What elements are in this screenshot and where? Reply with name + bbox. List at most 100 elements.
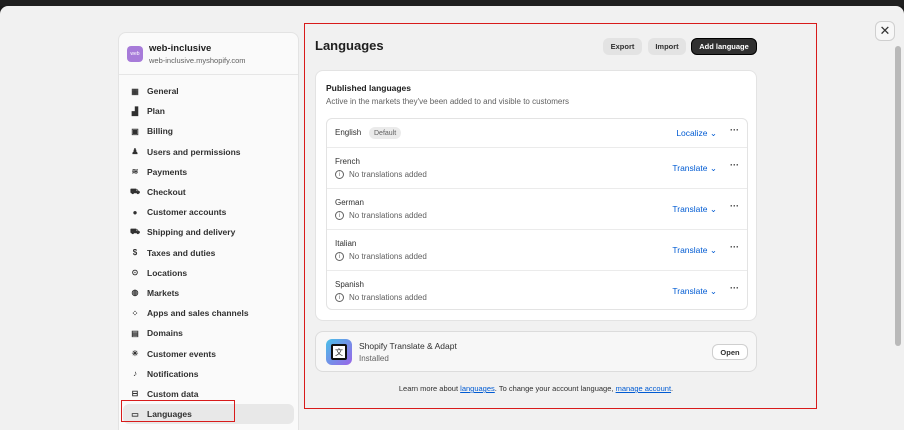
status-text: No translations added — [349, 252, 427, 261]
translate-adapt-app-icon: 文 — [326, 339, 352, 365]
languages-highlight-box — [121, 400, 235, 422]
sidebar-item-locations[interactable]: ⊙ Locations — [119, 263, 298, 283]
store-header[interactable]: web web-inclusive web-inclusive.myshopif… — [119, 33, 298, 75]
manage-account-link[interactable]: manage account — [616, 384, 671, 393]
truck-icon: ⛟ — [129, 227, 141, 237]
more-icon[interactable]: ··· — [730, 242, 739, 252]
card-subtitle: Active in the markets they've been added… — [326, 97, 569, 106]
person-icon: ● — [132, 207, 138, 217]
sidebar-item-markets[interactable]: ◍ Markets — [119, 283, 298, 303]
more-icon[interactable]: ··· — [730, 160, 739, 170]
status-text: No translations added — [349, 170, 427, 179]
sidebar-item-label: Plan — [147, 106, 165, 117]
translate-label: Translate — [672, 286, 708, 296]
language-row-italian: Italian i No translations added Translate… — [327, 230, 747, 271]
language-name: English — [335, 128, 362, 137]
translate-app-card: 文 Shopify Translate & Adapt Installed Op… — [315, 331, 757, 372]
translate-label: Translate — [672, 163, 708, 173]
apps-icon: ⁘ — [131, 308, 139, 318]
status-text: No translations added — [349, 293, 427, 302]
page-title: Languages — [315, 38, 384, 53]
more-icon[interactable]: ··· — [730, 283, 739, 293]
settings-sidebar: web web-inclusive web-inclusive.myshopif… — [118, 32, 299, 430]
sidebar-item-label: Customer accounts — [147, 207, 227, 218]
translate-link[interactable]: Translate ⌄ — [672, 163, 717, 174]
language-row-english: English Default Localize ⌄ ··· — [327, 119, 747, 148]
translate-label: Translate — [672, 204, 708, 214]
billing-icon: ▣ — [131, 126, 139, 136]
language-name: Spanish — [335, 280, 364, 289]
sidebar-item-general[interactable]: ▦ General — [119, 81, 298, 101]
info-icon: i — [335, 211, 344, 220]
translate-label: Translate — [672, 245, 708, 255]
languages-link[interactable]: languages — [460, 384, 495, 393]
events-icon: ✳ — [131, 349, 139, 359]
sidebar-item-shipping[interactable]: ⛟ Shipping and delivery — [119, 222, 298, 242]
translation-status: i No translations added — [335, 293, 427, 302]
store-url: web-inclusive.myshopify.com — [149, 55, 246, 65]
bell-icon: ♪ — [133, 369, 137, 379]
translate-link[interactable]: Translate ⌄ — [672, 245, 717, 256]
sidebar-item-checkout[interactable]: ⛟ Checkout — [119, 182, 298, 202]
domain-icon: ▤ — [131, 328, 139, 338]
status-text: No translations added — [349, 211, 427, 220]
default-badge: Default — [369, 127, 402, 139]
footer-suffix: . — [671, 384, 674, 393]
info-icon: i — [335, 170, 344, 179]
sidebar-item-label: Notifications — [147, 368, 199, 379]
sidebar-item-label: Custom data — [147, 388, 199, 399]
open-app-button[interactable]: Open — [712, 344, 748, 360]
language-name: Italian — [335, 239, 357, 248]
add-language-button[interactable]: Add language — [691, 38, 757, 55]
translate-link[interactable]: Translate ⌄ — [672, 204, 717, 215]
sidebar-item-label: Domains — [147, 328, 183, 339]
plan-icon: ▟ — [131, 106, 139, 116]
cart-icon: ⛟ — [129, 187, 141, 197]
language-list: English Default Localize ⌄ ··· French iN… — [326, 118, 748, 310]
location-icon: ⊙ — [131, 268, 139, 278]
sidebar-item-label: Payments — [147, 166, 188, 177]
close-button[interactable]: ✕ — [875, 21, 895, 41]
sidebar-item-customer-events[interactable]: ✳ Customer events — [119, 343, 298, 363]
language-name: French — [335, 157, 360, 166]
export-button[interactable]: Export — [603, 38, 642, 55]
sidebar-item-users[interactable]: ♟ Users and permissions — [119, 142, 298, 162]
card-title: Published languages — [326, 83, 412, 93]
sidebar-item-payments[interactable]: ≋ Payments — [119, 162, 298, 182]
sidebar-item-label: Checkout — [147, 187, 186, 198]
translation-status: i No translations added — [335, 252, 427, 261]
language-row-french: French i No translations added Translate … — [327, 148, 747, 189]
app-name: Shopify Translate & Adapt — [359, 341, 457, 351]
chevron-down-icon: ⌄ — [709, 286, 717, 296]
translate-link[interactable]: Translate ⌄ — [672, 286, 717, 297]
sidebar-item-label: Taxes and duties — [147, 247, 216, 258]
sidebar-nav: ▦ General ▟ Plan ▣ Billing ♟ Users and permi… — [119, 75, 298, 425]
close-icon: ✕ — [879, 23, 891, 38]
footer-help-text: Learn more about languages. To change yo… — [315, 384, 757, 393]
sidebar-item-notifications[interactable]: ♪ Notifications — [119, 364, 298, 384]
sidebar-item-label: Shipping and delivery — [147, 227, 236, 238]
sidebar-item-customer-accounts[interactable]: ● Customer accounts — [119, 202, 298, 222]
more-icon[interactable]: ··· — [730, 125, 739, 135]
footer-middle: . To change your account language, — [494, 384, 616, 393]
app-status: Installed — [359, 354, 389, 363]
localize-link[interactable]: Localize ⌄ — [676, 128, 717, 139]
chevron-down-icon: ⌄ — [709, 163, 717, 173]
info-icon: i — [335, 252, 344, 261]
footer-prefix: Learn more about — [398, 384, 461, 393]
sidebar-item-domains[interactable]: ▤ Domains — [119, 323, 298, 343]
sidebar-item-plan[interactable]: ▟ Plan — [119, 101, 298, 121]
sidebar-item-billing[interactable]: ▣ Billing — [119, 121, 298, 141]
scrollbar[interactable] — [895, 46, 901, 346]
import-button[interactable]: Import — [648, 38, 686, 55]
store-name: web-inclusive — [149, 42, 212, 54]
sidebar-item-label: Markets — [147, 287, 180, 298]
translation-status: i No translations added — [335, 211, 427, 220]
store-icon: ▦ — [131, 86, 139, 96]
sidebar-item-taxes[interactable]: $ Taxes and duties — [119, 243, 298, 263]
sidebar-item-apps[interactable]: ⁘ Apps and sales channels — [119, 303, 298, 323]
users-icon: ♟ — [131, 147, 139, 157]
more-icon[interactable]: ··· — [730, 201, 739, 211]
chevron-down-icon: ⌄ — [709, 245, 717, 255]
sidebar-item-label: Customer events — [147, 348, 216, 359]
